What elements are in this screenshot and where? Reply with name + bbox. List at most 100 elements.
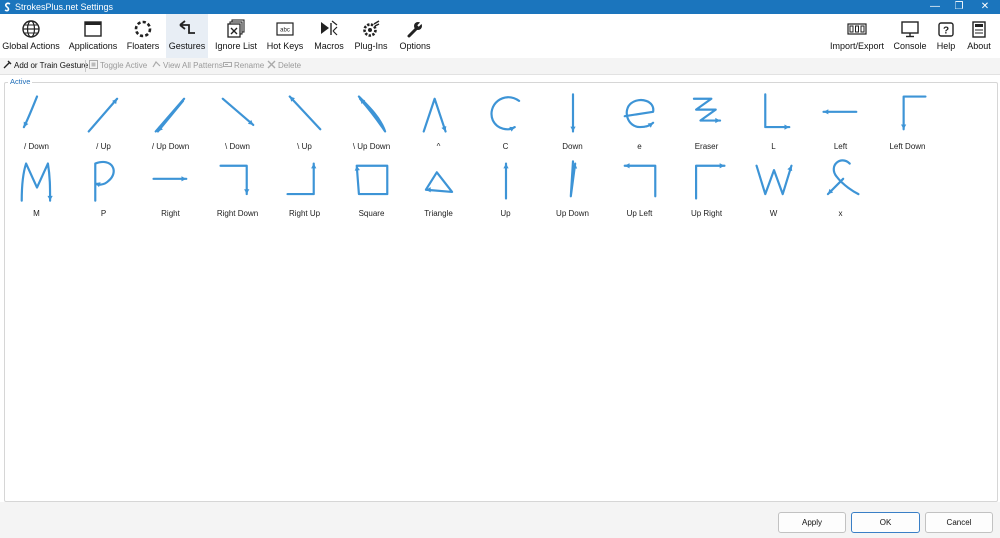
gesture-label: e <box>637 142 642 151</box>
gesture-arrowhead <box>181 176 187 182</box>
wrench-icon <box>407 21 423 38</box>
gesture-stroke-icon <box>424 171 454 193</box>
gesture-stroke-icon <box>822 109 858 115</box>
gesture-tile[interactable]: e <box>606 90 673 156</box>
gesture-tile[interactable]: Left <box>807 90 874 156</box>
gesture-label: Eraser <box>694 142 719 151</box>
gesture-label: Left <box>833 142 848 151</box>
gesture-tile[interactable]: Up <box>472 157 539 223</box>
options-label: Options <box>399 41 431 51</box>
gesture-tile[interactable]: C <box>472 90 539 156</box>
gesture-stroke-path <box>94 160 115 202</box>
maximize-button[interactable]: ❐ <box>946 0 972 14</box>
gesture-label: Up Down <box>556 209 589 218</box>
delete-button[interactable]: Delete <box>267 58 301 74</box>
hot-keys-label: Hot Keys <box>266 41 304 51</box>
view-all-patterns-button[interactable]: View All Patterns <box>152 58 223 74</box>
add-train-gesture-button[interactable]: Add or Train Gesture <box>3 58 88 74</box>
gear-plug-icon <box>363 20 380 37</box>
options-button[interactable]: Options <box>396 14 434 58</box>
toggle-active-button[interactable]: Toggle Active <box>89 58 147 74</box>
gesture-tile[interactable]: Left Down <box>874 90 941 156</box>
gesture-tile[interactable]: Down <box>539 90 606 156</box>
gesture-label: C <box>502 142 509 151</box>
hot-keys-button[interactable]: abc Hot Keys <box>264 14 306 58</box>
rename-button[interactable]: Rename <box>223 58 264 74</box>
floaters-ring-icon <box>134 20 152 38</box>
cancel-button[interactable]: Cancel <box>925 512 993 533</box>
gesture-label: / Down <box>24 142 49 151</box>
gesture-label: \ Up <box>297 142 312 151</box>
gesture-stroke-icon <box>221 97 255 126</box>
applications-button[interactable]: Applications <box>66 14 120 58</box>
gesture-label: Up Left <box>626 209 653 218</box>
gesture-tile[interactable]: Up Right <box>673 157 740 223</box>
gesture-tile[interactable]: Square <box>338 157 405 223</box>
gesture-stroke-path <box>219 164 248 196</box>
apply-button[interactable]: Apply <box>778 512 846 533</box>
gesture-stroke-icon <box>569 160 578 198</box>
gesture-tile[interactable]: M <box>3 157 70 223</box>
gesture-tile[interactable]: P <box>70 157 137 223</box>
gesture-arrowhead <box>570 126 576 132</box>
gesture-label: L <box>771 142 776 151</box>
gesture-tile[interactable]: / Down <box>3 90 70 156</box>
gesture-tile[interactable]: Up Left <box>606 157 673 223</box>
gesture-label: / Up <box>96 142 111 151</box>
hotkey-icon-text: abc <box>280 28 290 34</box>
global-actions-button[interactable]: Global Actions <box>0 14 62 58</box>
gesture-stroke-path <box>422 97 447 133</box>
gesture-tile[interactable]: / Up Down <box>137 90 204 156</box>
active-group-label: Active <box>8 77 33 86</box>
gesture-stroke-icon <box>354 164 389 196</box>
gesture-tile[interactable]: Right Up <box>271 157 338 223</box>
gesture-stroke-path <box>764 93 791 129</box>
app-logo-icon <box>4 2 11 12</box>
gesture-tile[interactable]: Triangle <box>405 157 472 223</box>
gesture-tile[interactable]: \ Down <box>204 90 271 156</box>
gesture-stroke-path <box>154 97 186 133</box>
floaters-button[interactable]: Floaters <box>124 14 162 58</box>
close-button[interactable]: ✕ <box>972 0 998 14</box>
gesture-tile[interactable]: Right <box>137 157 204 223</box>
help-label: Help <box>936 41 956 51</box>
gesture-stroke-icon <box>22 95 39 129</box>
gesture-stroke-path <box>490 96 521 131</box>
monitor-icon <box>901 21 919 38</box>
gesture-stroke-icon <box>755 164 793 196</box>
gestures-tab[interactable]: Gestures <box>166 14 208 58</box>
about-info-icon <box>972 21 986 38</box>
gesture-label: Right Down <box>216 209 259 218</box>
gesture-stroke-icon <box>87 97 119 133</box>
gesture-stroke-path <box>902 95 927 131</box>
gesture-tile[interactable]: Right Down <box>204 157 271 223</box>
import-export-button[interactable]: Import/Export <box>828 14 886 58</box>
gesture-stroke-icon <box>154 97 186 133</box>
gesture-tile[interactable]: Eraser <box>673 90 740 156</box>
macros-button[interactable]: Macros <box>310 14 348 58</box>
gesture-tile[interactable]: Up Down <box>539 157 606 223</box>
gesture-tile[interactable]: L <box>740 90 807 156</box>
ok-button[interactable]: OK <box>851 512 920 533</box>
global-actions-label: Global Actions <box>2 41 60 51</box>
minimize-button[interactable]: — <box>922 0 948 14</box>
plugins-button[interactable]: Plug-Ins <box>350 14 392 58</box>
gesture-tile[interactable]: \ Up Down <box>338 90 405 156</box>
gesture-stroke-path <box>286 162 315 196</box>
gesture-label: Right <box>161 209 180 218</box>
window-icon <box>84 21 102 37</box>
gesture-arrowhead <box>719 163 725 169</box>
gesture-tile[interactable]: W <box>740 157 807 223</box>
gesture-stroke-path <box>221 97 255 126</box>
about-button[interactable]: About <box>962 14 996 58</box>
gesture-stroke-path <box>695 164 726 200</box>
gesture-tile[interactable]: \ Up <box>271 90 338 156</box>
gesture-tile[interactable]: ^ <box>405 90 472 156</box>
gesture-tile[interactable]: x <box>807 157 874 223</box>
gesture-stroke-path <box>288 95 322 131</box>
help-button[interactable]: ? Help <box>932 14 960 58</box>
console-button[interactable]: Console <box>890 14 930 58</box>
gesture-label: \ Up Down <box>352 142 391 151</box>
ignore-list-button[interactable]: Ignore List <box>212 14 260 58</box>
gesture-tile[interactable]: / Up <box>70 90 137 156</box>
